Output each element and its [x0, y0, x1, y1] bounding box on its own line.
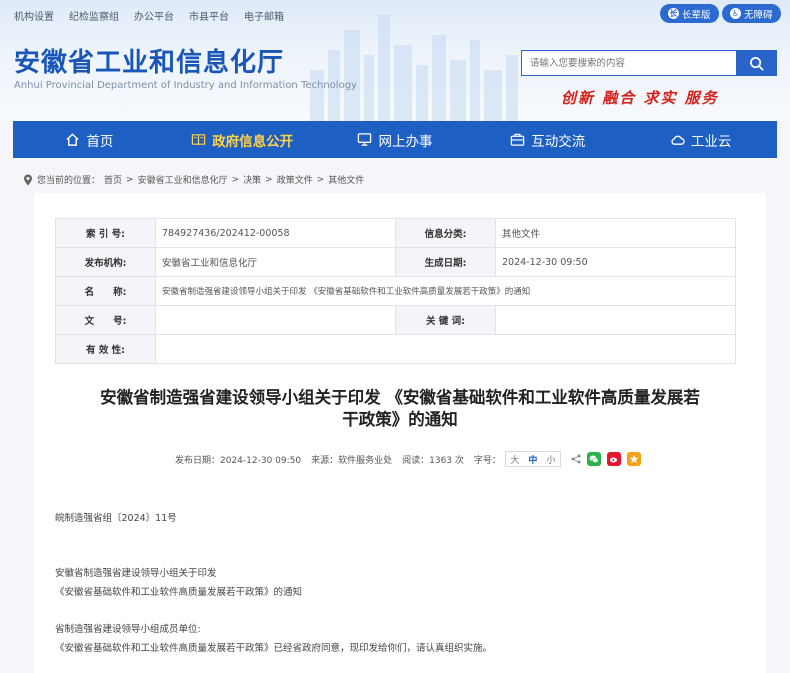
breadcrumb-sep: >	[316, 174, 325, 185]
body-paragraph: 《安徽省基础软件和工业软件高质量发展若干政策》已经省政府同意，现印发给你们，请认…	[55, 643, 493, 654]
name-label: 名 称:	[55, 276, 156, 306]
home-icon	[66, 133, 79, 146]
publish-date: 发布日期：2024-12-30 09:50	[175, 455, 302, 466]
accessibility-label: 无障碍	[744, 9, 773, 21]
weibo-icon[interactable]	[606, 452, 621, 466]
wechat-icon[interactable]	[586, 452, 601, 466]
elder-icon: 长	[668, 8, 679, 19]
article-title: 安徽省制造强省建设领导小组关于印发 《安徽省基础软件和工业软件高质量发展若 干政…	[54, 387, 746, 431]
search-button[interactable]	[736, 51, 776, 75]
book-icon	[191, 134, 206, 146]
table-row: 有 效 性:	[55, 334, 736, 364]
wheelchair-icon: ♿	[730, 8, 741, 19]
info-table: 索 引 号: 784927436/202412-00058 信息分类: 其他文件…	[55, 218, 736, 364]
nav-gov-info-label: 政府信息公开	[212, 133, 294, 150]
keywords-label: 关 键 词:	[395, 305, 496, 335]
table-row: 索 引 号: 784927436/202412-00058 信息分类: 其他文件	[55, 218, 736, 248]
article-meta: 发布日期：2024-12-30 09:50 来源：软件服务业处 阅读：1363 …	[175, 451, 641, 467]
breadcrumb-prefix: 您当前的位置：	[37, 176, 101, 186]
article-container: 索 引 号: 784927436/202412-00058 信息分类: 其他文件…	[34, 193, 766, 673]
nav-industrial-cloud[interactable]: 工业云	[624, 121, 777, 158]
cloud-icon	[671, 135, 685, 145]
top-link-county[interactable]: 市县平台	[189, 8, 229, 23]
elder-mode-label: 长辈版	[682, 9, 711, 21]
publisher-value: 安徽省工业和信息化厅	[155, 247, 396, 277]
validity-label: 有 效 性:	[55, 334, 156, 364]
accessibility-button[interactable]: ♿ 无障碍	[722, 4, 781, 23]
qzone-icon[interactable]	[626, 452, 641, 466]
site-title: 安徽省工业和信息化厅	[14, 48, 285, 78]
city-skyline-illustration	[310, 15, 518, 121]
breadcrumb-sep: >	[126, 174, 134, 185]
nav-industrial-cloud-label: 工业云	[690, 133, 732, 150]
font-size-switcher: 大 中 小	[504, 451, 561, 467]
docno-value	[155, 305, 396, 335]
slogan: 创新 融合 求实 服务	[561, 89, 719, 107]
table-row: 名 称: 安徽省制造强省建设领导小组关于印发 《安徽省基础软件和工业软件高质量发…	[55, 276, 736, 306]
body-paragraph: 安徽省制造强省建设领导小组关于印发	[55, 568, 217, 579]
search-box	[521, 50, 777, 76]
article-source: 来源：软件服务业处	[311, 455, 393, 466]
category-label: 信息分类:	[395, 218, 496, 248]
docno-label: 文 号:	[55, 305, 156, 335]
font-size-large[interactable]: 大	[506, 452, 524, 466]
top-link-discipline[interactable]: 纪检监察组	[69, 8, 119, 23]
font-size-label: 字号：	[473, 455, 501, 466]
breadcrumb-home[interactable]: 首页	[104, 173, 122, 186]
view-count: 阅读：1363 次	[402, 455, 464, 466]
article-title-line: 安徽省制造强省建设领导小组关于印发 《安徽省基础软件和工业软件高质量发展若	[100, 388, 700, 407]
font-size-small[interactable]: 小	[542, 452, 560, 466]
location-pin-icon	[24, 174, 32, 185]
briefcase-icon	[511, 133, 525, 146]
date-label: 生成日期:	[395, 247, 496, 277]
body-paragraph: 《安徽省基础软件和工业软件高质量发展若干政策》的通知	[55, 587, 303, 598]
main-nav: 首页 政府信息公开 网上办事 互动交流 工业云	[13, 121, 777, 158]
nav-online-service[interactable]: 网上办事	[319, 121, 472, 158]
nav-gov-info[interactable]: 政府信息公开	[166, 121, 319, 158]
table-row: 发布机构: 安徽省工业和信息化厅 生成日期: 2024-12-30 09:50	[55, 247, 736, 277]
nav-home[interactable]: 首页	[13, 121, 166, 158]
validity-value	[155, 334, 736, 364]
breadcrumb-department[interactable]: 安徽省工业和信息化厅	[138, 173, 228, 186]
breadcrumb-sep: >	[265, 174, 273, 185]
site-header: 机构设置 纪检监察组 办公平台 市县平台 电子邮箱 长 长辈版 ♿ 无障碍 安徽…	[0, 0, 790, 121]
search-input[interactable]	[522, 51, 736, 75]
keywords-value	[495, 305, 736, 335]
top-links: 机构设置 纪检监察组 办公平台 市县平台 电子邮箱	[14, 8, 284, 23]
elder-mode-button[interactable]: 长 长辈版	[660, 4, 719, 23]
breadcrumb-policy-docs[interactable]: 政策文件	[277, 173, 313, 186]
nav-home-label: 首页	[86, 133, 114, 150]
font-size-medium[interactable]: 中	[524, 452, 542, 466]
table-row: 文 号: 关 键 词:	[55, 305, 736, 335]
date-value: 2024-12-30 09:50	[495, 247, 736, 277]
name-value: 安徽省制造强省建设领导小组关于印发 《安徽省基础软件和工业软件高质量发展若干政策…	[155, 276, 736, 306]
search-icon	[749, 56, 763, 70]
nav-interaction-label: 互动交流	[531, 133, 586, 150]
body-paragraph: 省制造强省建设领导小组成员单位:	[55, 624, 201, 635]
article-title-line: 干政策》的通知	[342, 410, 458, 429]
share-bar	[571, 452, 641, 466]
index-value: 784927436/202412-00058	[155, 218, 396, 248]
top-link-office[interactable]: 办公平台	[134, 8, 174, 23]
nav-online-service-label: 网上办事	[378, 133, 433, 150]
nav-interaction[interactable]: 互动交流	[471, 121, 624, 158]
breadcrumb-sep: >	[231, 174, 240, 185]
publisher-label: 发布机构:	[55, 247, 156, 277]
site-subtitle: Anhui Provincial Department of Industry …	[14, 80, 357, 91]
breadcrumb-decision[interactable]: 决策	[243, 173, 261, 186]
top-link-org[interactable]: 机构设置	[14, 8, 54, 23]
index-label: 索 引 号:	[55, 218, 156, 248]
breadcrumb-other-docs[interactable]: 其他文件	[328, 173, 364, 186]
doc-number-paragraph: 皖制造强省组〔2024〕11号	[55, 513, 177, 524]
monitor-icon	[358, 133, 372, 146]
category-value: 其他文件	[495, 218, 736, 248]
share-icon	[571, 454, 581, 464]
top-link-email[interactable]: 电子邮箱	[244, 8, 284, 23]
breadcrumb: 您当前的位置： 首页 > 安徽省工业和信息化厅 > 决策 > 政策文件 > 其他…	[23, 173, 364, 186]
